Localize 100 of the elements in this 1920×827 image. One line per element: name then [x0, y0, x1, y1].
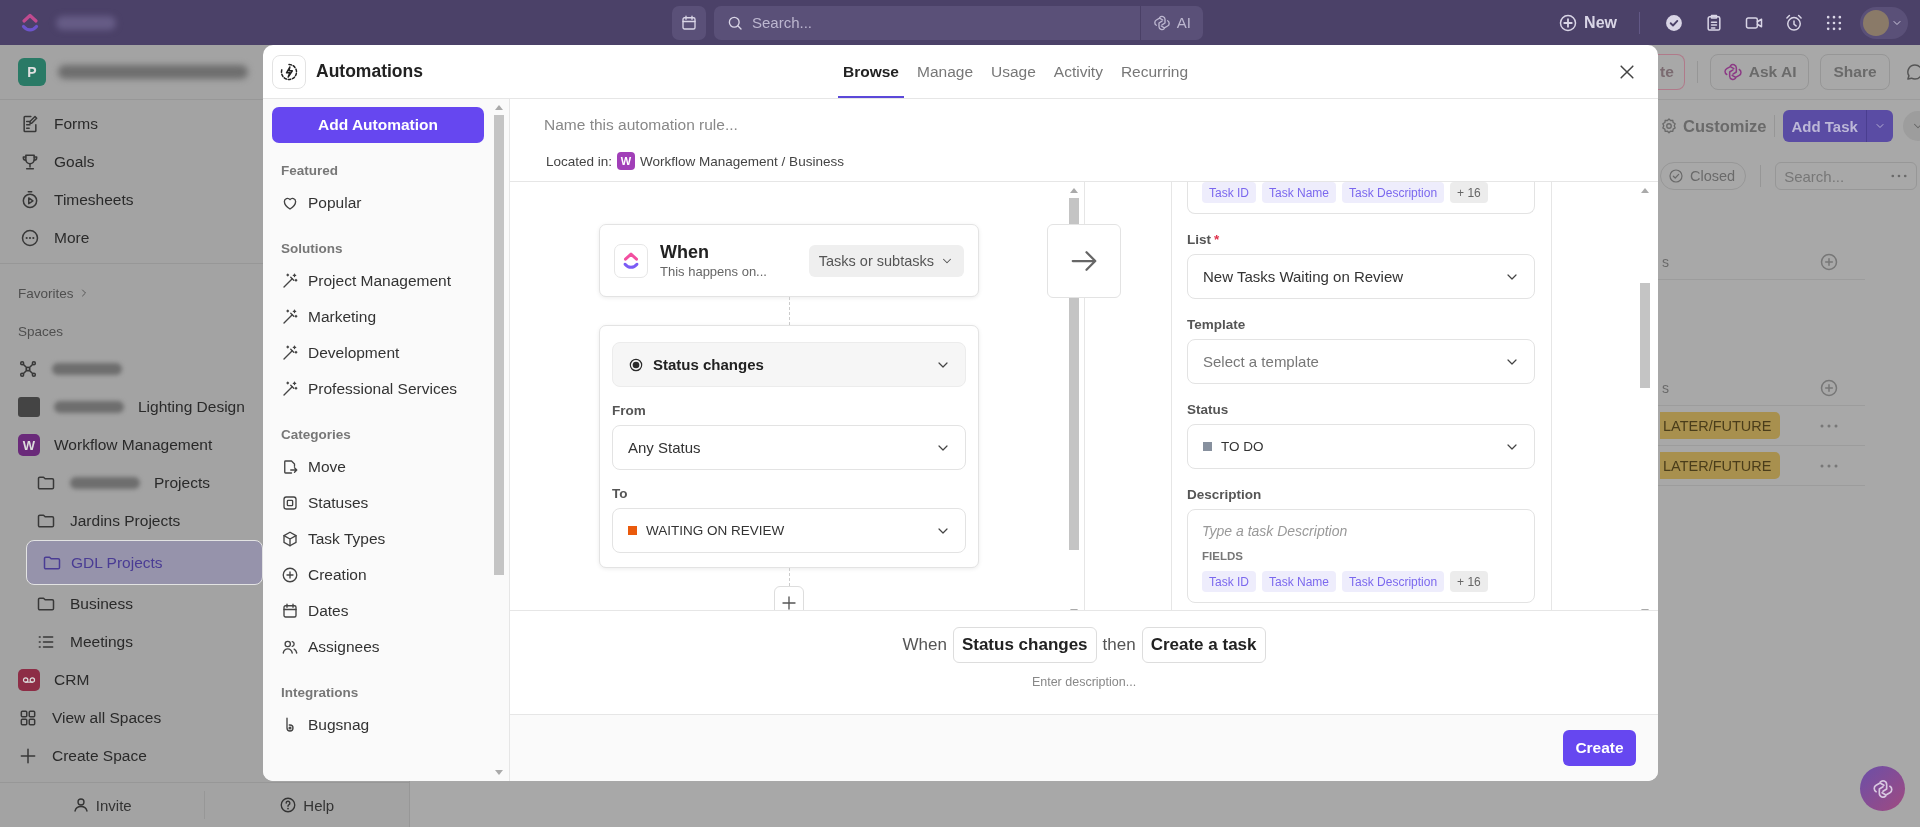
list-dropdown[interactable]: New Tasks Waiting on Review [1187, 254, 1535, 299]
plus-circle-icon [1558, 12, 1579, 33]
sidebar-item[interactable]: Meetings [26, 623, 263, 661]
field-chip[interactable]: Task Description [1342, 571, 1445, 592]
trigger-chip[interactable]: Status changes [952, 627, 1097, 663]
favorites-header[interactable]: Favorites [0, 274, 90, 312]
tab[interactable]: Usage [986, 45, 1041, 98]
calendar-button[interactable] [672, 5, 706, 40]
grid-icon [18, 708, 38, 728]
help-icon [279, 796, 298, 814]
sidebar-item[interactable]: Goals [0, 143, 263, 181]
add-step-button[interactable] [774, 586, 804, 610]
location-path[interactable]: Workflow Management / Business [640, 153, 844, 169]
sidebar-item[interactable]: CRM [8, 661, 263, 699]
workspace-avatar[interactable]: P [18, 58, 46, 86]
sidebar-item[interactable]: Lighting Design [8, 388, 263, 426]
tab[interactable]: Activity [1048, 45, 1108, 98]
sidebar-item[interactable]: GDL Projects [26, 540, 263, 585]
category-item[interactable]: Development [272, 335, 484, 371]
add-automation-button[interactable]: Add Automation [272, 107, 484, 143]
sidebar-item[interactable]: W Workflow Management [8, 426, 263, 464]
category-item[interactable]: Bugsnag [272, 707, 484, 743]
create-button[interactable]: Create [1563, 730, 1636, 766]
scope-dropdown[interactable]: Tasks or subtasks [808, 244, 964, 277]
field-chip[interactable]: Task Name [1262, 571, 1337, 592]
summary-text: then [1102, 635, 1136, 655]
field-chip[interactable]: + 16 [1450, 182, 1488, 203]
field-chip[interactable]: Task ID [1202, 182, 1256, 203]
category-item[interactable]: Marketing [272, 299, 484, 335]
chat-icon[interactable] [1904, 62, 1920, 82]
sidebar-item[interactable]: Create Space [8, 737, 263, 775]
blurred-text [56, 15, 116, 30]
summary-text: When [902, 635, 947, 655]
field-chip[interactable]: Task ID [1202, 571, 1256, 592]
trigger-dropdown[interactable]: Status changes [612, 342, 966, 387]
wand-icon [281, 344, 299, 362]
category-item[interactable]: Professional Services [272, 371, 484, 407]
plus-circle-icon[interactable] [1819, 377, 1839, 398]
new-button[interactable]: New [1552, 12, 1623, 33]
footer-button[interactable]: Invite [0, 791, 205, 819]
category-item[interactable]: Move [272, 449, 484, 485]
tab[interactable]: Browse [838, 45, 904, 98]
sidebar-item[interactable]: Business [26, 585, 263, 623]
action-chip[interactable]: Create a task [1141, 627, 1266, 663]
document-edit-icon [20, 114, 40, 134]
tab[interactable]: Recurring [1115, 45, 1194, 98]
status-dot-icon [628, 356, 644, 373]
from-status-dropdown[interactable]: Any Status [612, 425, 966, 470]
clipboard-icon[interactable] [1704, 12, 1724, 33]
sidebar-item[interactable]: Forms [0, 105, 263, 143]
field-chip[interactable]: Task Description [1342, 182, 1445, 203]
category-item[interactable]: Project Management [272, 263, 484, 299]
space-avatar: W [617, 152, 636, 170]
photo-placeholder [18, 397, 40, 417]
section-header: Featured [280, 162, 339, 180]
plus-circle-icon[interactable] [1819, 251, 1839, 272]
alarm-clock-icon[interactable] [1784, 12, 1804, 33]
fields-label: FIELDS [1202, 550, 1244, 562]
more-icon[interactable] [1820, 423, 1838, 428]
description-box[interactable]: Type a task Description FIELDS Task ID Task Name Task Description + 16 [1187, 509, 1535, 603]
status-square-icon [281, 494, 299, 512]
trigger-card[interactable]: When This happens on... Tasks or subtasks [599, 224, 979, 297]
field-label: From [612, 403, 647, 418]
users-icon [281, 638, 299, 656]
wand-icon [281, 272, 299, 290]
to-status-dropdown[interactable]: WAITING ON REVIEW [612, 508, 966, 553]
sidebar-item[interactable]: Timesheets [0, 181, 263, 219]
category-item[interactable]: Creation [272, 557, 484, 593]
spaces-header: Spaces [17, 322, 64, 341]
category-item[interactable]: Task Types [272, 521, 484, 557]
tab[interactable]: Manage [912, 45, 978, 98]
template-dropdown[interactable]: Select a template [1187, 339, 1535, 384]
sidebar-item[interactable]: Projects [26, 464, 263, 502]
group-header: s [1662, 379, 1669, 396]
check-circle-icon[interactable] [1664, 12, 1684, 33]
sidebar-item[interactable]: Jardins Projects [26, 502, 263, 540]
category-item[interactable]: Statuses [272, 485, 484, 521]
footer-button[interactable]: Help [204, 783, 409, 827]
bolt-circle-icon [279, 61, 299, 82]
sidebar-item[interactable]: View all Spaces [8, 699, 263, 737]
search-field[interactable]: Search... AI [714, 5, 1203, 40]
add-task-button[interactable]: Add Task [1783, 110, 1893, 142]
more-icon[interactable] [1891, 174, 1908, 178]
sidebar-item[interactable]: More [0, 219, 263, 257]
location-label: Located in: [546, 153, 613, 169]
ai-button[interactable]: AI [1139, 5, 1203, 40]
more-icon[interactable] [1820, 463, 1838, 468]
profile-menu-button[interactable] [1860, 6, 1908, 39]
field-chip[interactable]: + 16 [1450, 571, 1488, 592]
rule-name-field[interactable]: Name this automation rule... [544, 113, 1144, 137]
field-chip[interactable]: Task Name [1262, 182, 1337, 203]
status-tag: LATER/FUTURE [1660, 452, 1780, 479]
category-item[interactable]: Popular [272, 185, 484, 221]
ai-knot-icon [1722, 62, 1743, 82]
more-icon [20, 228, 40, 248]
category-item[interactable]: Dates [272, 593, 484, 629]
status-dropdown[interactable]: TO DO [1187, 424, 1535, 469]
description-field[interactable]: Enter description... [984, 675, 1184, 689]
wand-icon [281, 380, 299, 398]
category-item[interactable]: Assignees [272, 629, 484, 665]
